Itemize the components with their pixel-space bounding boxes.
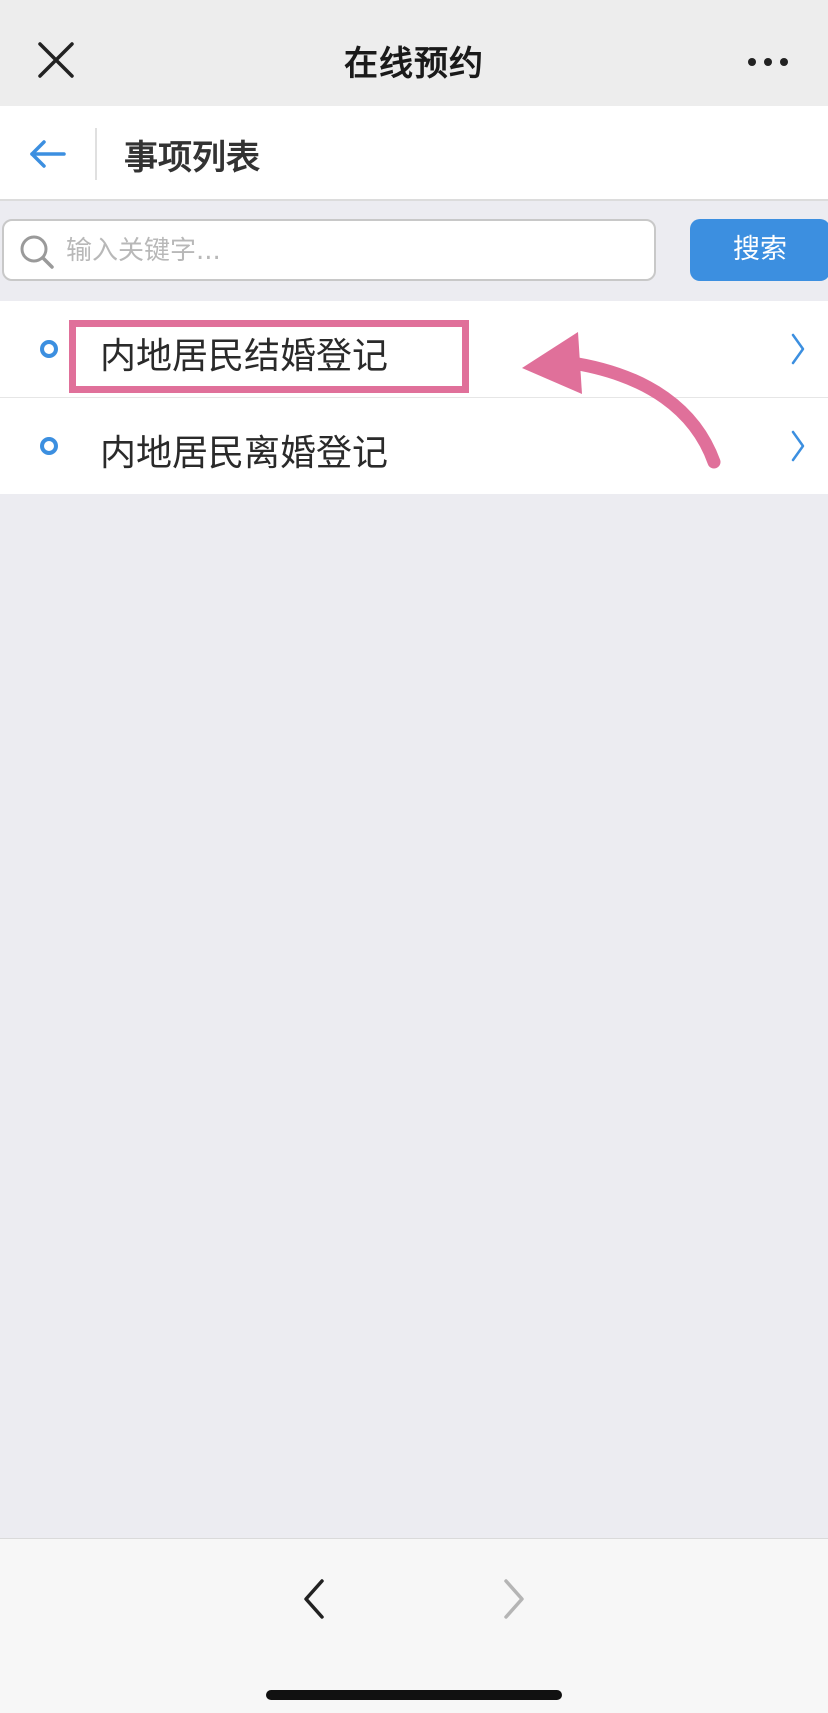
chevron-left-icon[interactable] — [296, 1575, 332, 1623]
list-item-divorce-registration[interactable]: 内地居民离婚登记 — [0, 397, 828, 493]
chevron-right-icon — [790, 428, 806, 464]
search-bar: 搜索 — [0, 201, 828, 301]
search-input[interactable] — [66, 229, 636, 273]
search-icon — [18, 233, 56, 271]
chevron-right-icon[interactable] — [496, 1575, 532, 1623]
home-indicator[interactable] — [266, 1690, 562, 1700]
item-list: 内地居民结婚登记 内地居民离婚登记 — [0, 301, 828, 494]
bottom-nav-bar — [0, 1538, 828, 1713]
header-divider — [95, 128, 97, 180]
list-item-label: 内地居民离婚登记 — [100, 433, 389, 474]
arrow-left-icon[interactable] — [24, 132, 72, 176]
search-box[interactable] — [2, 219, 656, 281]
bullet-icon — [40, 340, 58, 358]
title-bar: 在线预约 — [0, 0, 828, 106]
list-item-marriage-registration[interactable]: 内地居民结婚登记 — [0, 301, 828, 397]
page-title: 事项列表 — [124, 138, 260, 178]
search-button[interactable]: 搜索 — [690, 219, 828, 281]
bullet-icon — [40, 437, 58, 455]
more-dots-icon[interactable] — [744, 50, 792, 74]
list-item-label: 内地居民结婚登记 — [100, 336, 389, 377]
window-title: 在线预约 — [344, 44, 484, 84]
chevron-right-icon — [790, 331, 806, 367]
page-header: 事项列表 — [0, 106, 828, 201]
